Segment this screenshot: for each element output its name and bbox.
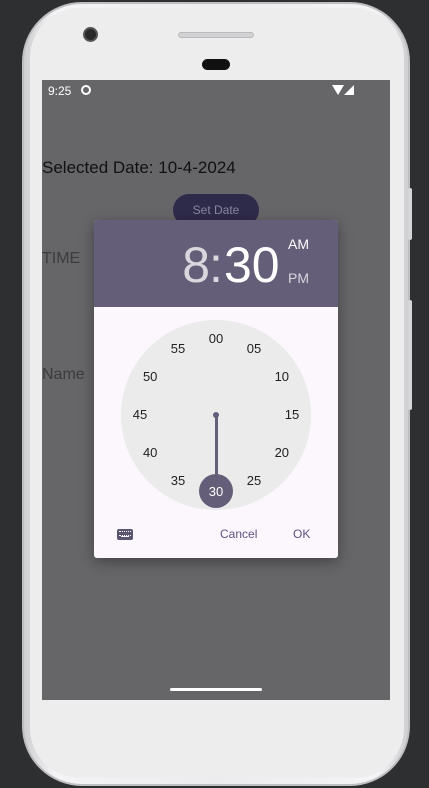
keyboard-icon[interactable] [117, 529, 133, 540]
name-label: Name [42, 366, 85, 383]
selected-date-text: Selected Date: 10-4-2024 [42, 158, 236, 177]
navigation-handle[interactable] [170, 688, 262, 691]
clock-number-10[interactable]: 10 [270, 369, 294, 385]
speaker-grille [178, 32, 254, 38]
device-screen: 9:25 Selected Date: 10-4-2024 Set Date T… [42, 80, 390, 700]
clock-number-25[interactable]: 25 [242, 473, 266, 489]
power-button [408, 188, 412, 240]
time-label: TIME [42, 250, 81, 267]
pm-toggle[interactable]: PM [288, 270, 309, 286]
clock-number-15[interactable]: 15 [280, 407, 304, 423]
volume-button [408, 300, 412, 410]
time-picker-dialog: 8 : 30 AM PM 30 00 05 10 15 20 25 35 40 45 50 55 C… [94, 220, 338, 558]
signal-icon [344, 85, 354, 95]
time-separator: : [209, 237, 223, 293]
front-camera [83, 27, 98, 42]
ok-button[interactable]: OK [293, 527, 310, 541]
earpiece-slot [202, 59, 230, 70]
clock-number-35[interactable]: 35 [166, 473, 190, 489]
time-picker-header: 8 : 30 AM PM [94, 220, 338, 307]
clock-number-00[interactable]: 00 [204, 331, 228, 347]
clock-face[interactable]: 30 00 05 10 15 20 25 35 40 45 50 55 [121, 320, 311, 510]
app-notification-icon [81, 85, 91, 95]
clock-number-40[interactable]: 40 [138, 445, 162, 461]
minute-display[interactable]: 30 [224, 236, 280, 294]
wifi-icon [332, 85, 344, 95]
hour-display[interactable]: 8 [182, 236, 210, 294]
clock-number-55[interactable]: 55 [166, 341, 190, 357]
cancel-button[interactable]: Cancel [220, 527, 257, 541]
clock-center [213, 412, 219, 418]
clock-number-05[interactable]: 05 [242, 341, 266, 357]
clock-number-45[interactable]: 45 [128, 407, 152, 423]
status-bar: 9:25 [42, 80, 390, 102]
clock-number-20[interactable]: 20 [270, 445, 294, 461]
clock-number-50[interactable]: 50 [138, 369, 162, 385]
selected-minute[interactable]: 30 [199, 474, 233, 508]
status-time: 9:25 [48, 84, 72, 98]
am-toggle[interactable]: AM [288, 236, 309, 252]
